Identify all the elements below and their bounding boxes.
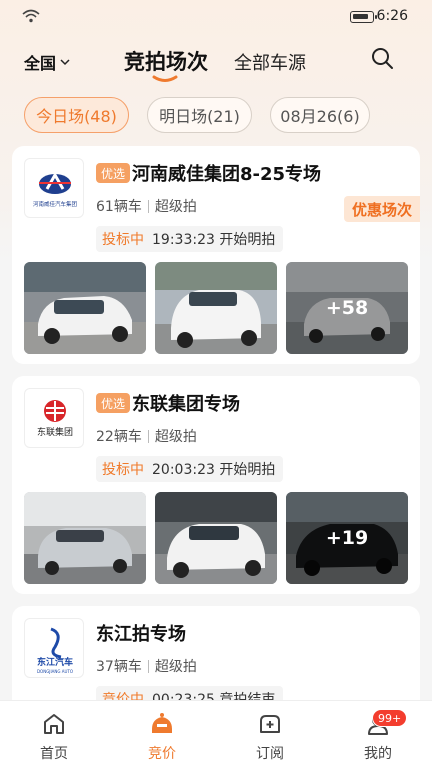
car-photos: +58 (24, 262, 408, 354)
nav-subscribe[interactable]: 订阅 (230, 709, 310, 765)
featured-tag: 优选 (96, 163, 131, 183)
top-nav: 全国 竞拍场次 全部车源 (0, 40, 432, 84)
svg-text:东联集团: 东联集团 (37, 426, 73, 438)
subscribe-icon (260, 715, 280, 733)
svg-text:河南威佳汽车集团: 河南威佳汽车集团 (33, 200, 78, 208)
wifi-icon (22, 9, 40, 23)
car-photo[interactable]: +19 (286, 492, 408, 584)
date-tab-tomorrow[interactable]: 明日场(21) (147, 97, 252, 133)
date-tab-today[interactable]: 今日场(48) (24, 97, 129, 133)
tab-active-indicator (152, 75, 178, 82)
bottom-nav: 首页 竞价 订阅 99+ 我的 (0, 700, 432, 768)
car-photo[interactable] (24, 492, 146, 584)
nav-label: 我的 (364, 746, 392, 762)
auction-type: 超级拍 (154, 429, 197, 445)
dealer-logo: 东江汽车 DONGJIANG AUTO (24, 618, 84, 678)
nav-profile[interactable]: 99+ 我的 (338, 709, 418, 765)
date-tabs: 今日场(48) 明日场(21) 08月26(6) (0, 97, 432, 133)
auction-meta: 61辆车 超级拍 (96, 196, 197, 216)
status-detail: 20:03:23 开始明拍 (152, 462, 276, 478)
nav-label: 竞价 (148, 746, 176, 762)
battery-icon (350, 11, 377, 23)
region-label: 全国 (24, 54, 57, 73)
auction-status: 投标中 20:03:23 开始明拍 (96, 456, 284, 482)
status-bar: 6:26 (0, 0, 432, 34)
svg-text:DONGJIANG AUTO: DONGJIANG AUTO (37, 669, 73, 674)
divider (147, 659, 149, 673)
car-photos: +19 (24, 492, 408, 584)
auction-meta: 22辆车 超级拍 (96, 426, 197, 446)
tab-all-cars[interactable]: 全部车源 (234, 49, 306, 75)
car-photo[interactable] (155, 492, 277, 584)
date-tab-aug26[interactable]: 08月26(6) (270, 97, 370, 133)
nav-label: 订阅 (256, 746, 284, 762)
more-photos-count: +19 (286, 492, 408, 584)
search-icon[interactable] (370, 46, 394, 70)
divider (147, 199, 149, 213)
car-count: 22辆车 (96, 429, 142, 445)
auction-title: 东江拍专场 (96, 624, 186, 645)
clock: 6:26 (376, 8, 408, 24)
auction-card[interactable]: 东联集团 优选 东联集团专场 22辆车 超级拍 投标中 20:03:23 开始明… (12, 376, 420, 594)
dealer-logo: 河南威佳汽车集团 (24, 158, 84, 218)
more-photos-count: +58 (286, 262, 408, 354)
chevron-down-icon (60, 59, 70, 66)
home-icon (44, 714, 64, 734)
promo-badge: 优惠场次 (343, 196, 420, 222)
car-photo[interactable] (24, 262, 146, 354)
featured-tag: 优选 (96, 393, 131, 413)
auction-title: 河南威佳集团8-25专场 (132, 164, 322, 185)
status-detail: 19:33:23 开始明拍 (152, 232, 276, 248)
car-count: 61辆车 (96, 199, 142, 215)
status-label: 投标中 (102, 462, 144, 478)
region-selector[interactable]: 全国 (24, 50, 70, 74)
dealer-logo: 东联集团 (24, 388, 84, 448)
notification-badge: 99+ (372, 709, 408, 727)
car-count: 37辆车 (96, 659, 142, 675)
auction-type: 超级拍 (154, 199, 197, 215)
auction-icon (152, 713, 172, 733)
auction-card[interactable]: 河南威佳汽车集团 优选 河南威佳集团8-25专场 61辆车 超级拍 优惠场次 投… (12, 146, 420, 364)
status-label: 投标中 (102, 232, 144, 248)
auction-meta: 37辆车 超级拍 (96, 656, 197, 676)
auction-status: 投标中 19:33:23 开始明拍 (96, 226, 284, 252)
nav-label: 首页 (40, 746, 68, 762)
svg-text:东江汽车: 东江汽车 (37, 656, 73, 668)
auction-type: 超级拍 (154, 659, 197, 675)
car-photo[interactable] (155, 262, 277, 354)
tab-auction-sessions[interactable]: 竞拍场次 (124, 46, 208, 76)
nav-auction[interactable]: 竞价 (122, 709, 202, 765)
auction-title: 东联集团专场 (132, 394, 240, 415)
divider (147, 429, 149, 443)
car-photo[interactable]: +58 (286, 262, 408, 354)
nav-home[interactable]: 首页 (14, 709, 94, 765)
